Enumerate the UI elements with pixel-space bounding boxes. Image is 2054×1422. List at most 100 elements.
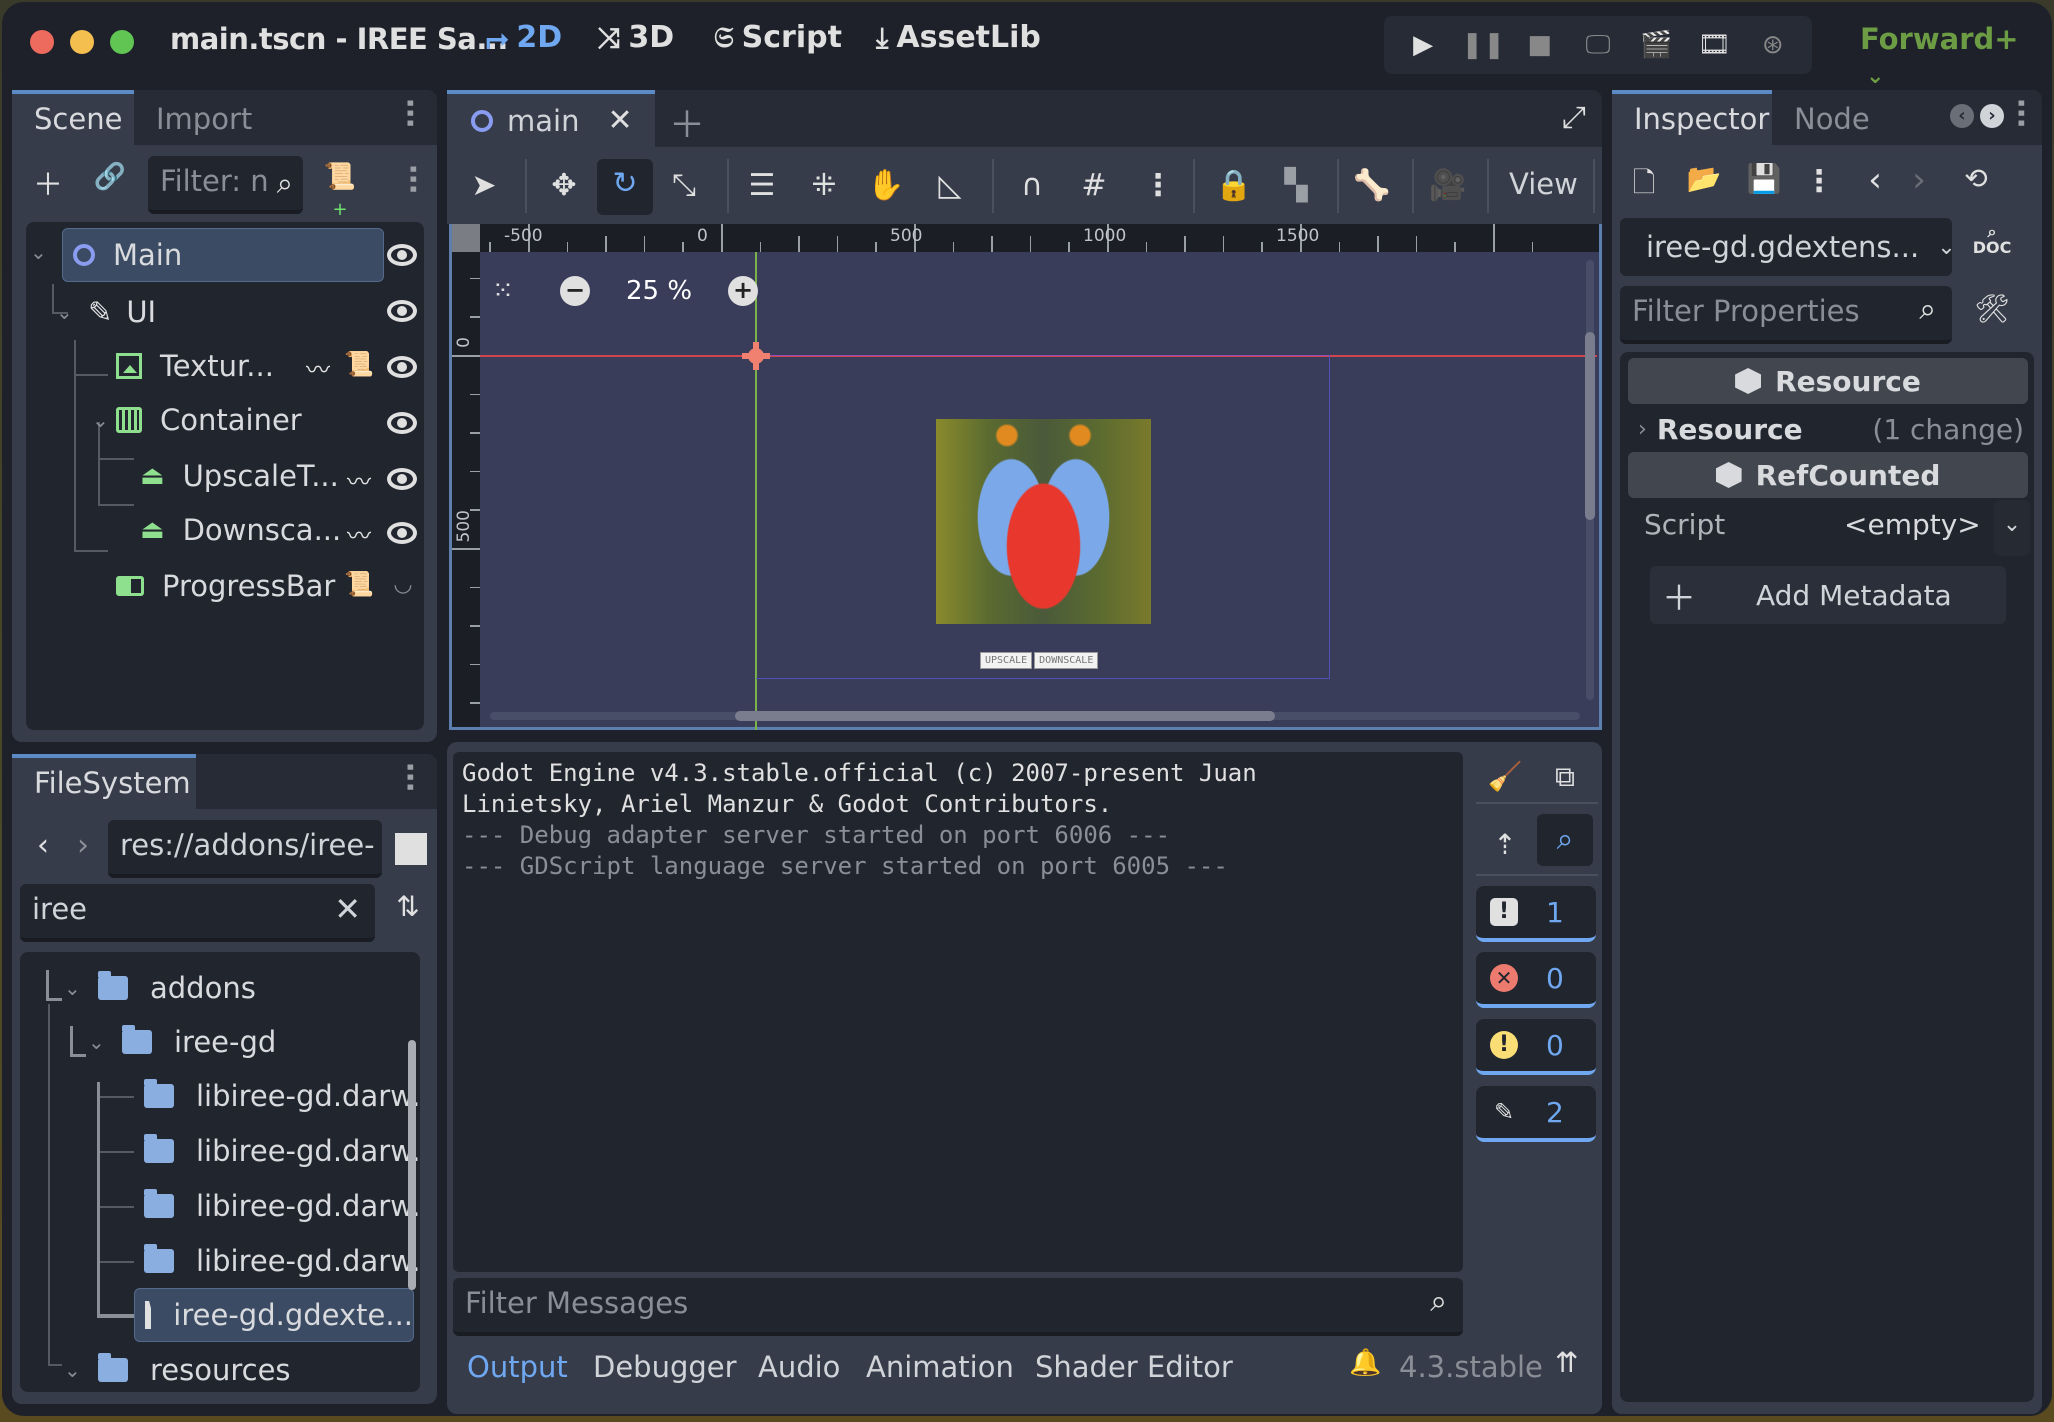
grid-snap-icon[interactable]: # <box>1069 161 1119 211</box>
previous-dock-icon[interactable]: ‹ <box>1950 104 1974 128</box>
attach-script-button[interactable]: 📜+ <box>320 162 360 222</box>
history-back-icon[interactable]: ‹ <box>1860 160 1890 200</box>
tab-filesystem[interactable]: FileSystem <box>12 754 196 809</box>
instantiate-scene-button[interactable]: 🔗 <box>90 162 130 192</box>
add-node-button[interactable]: ＋ <box>28 160 68 204</box>
scene-filter-input[interactable]: Filter: n ⌕ <box>148 156 303 214</box>
scrollbar-thumb[interactable] <box>408 1040 416 1290</box>
file-tree-item-resources[interactable]: ⌄ resources <box>64 1344 291 1392</box>
smart-snap-icon[interactable]: ∩ <box>1007 161 1057 211</box>
play-icon[interactable]: ▶ <box>1403 30 1443 60</box>
object-history-icon[interactable]: ⟲ <box>1958 162 1994 195</box>
workspace-script-button[interactable]: 𝔖 Script <box>714 20 842 55</box>
visibility-eye-icon[interactable] <box>387 412 417 434</box>
save-icon[interactable]: 💾 <box>1746 162 1782 195</box>
lock-icon[interactable]: 🔒 <box>1209 161 1259 211</box>
tree-node-texturerect[interactable]: Textur... <box>116 340 316 392</box>
bone-icon[interactable]: 🦴 <box>1347 161 1397 211</box>
signal-icon[interactable]: 〰 <box>344 516 374 551</box>
filter-properties-input[interactable]: Filter Properties ⌕ <box>1620 286 1952 344</box>
script-icon[interactable]: 📜 <box>344 350 374 378</box>
property-tools-icon[interactable]: 🛠 <box>1974 292 2010 325</box>
workspace-3d-button[interactable]: ⤨ 3D <box>598 20 674 55</box>
filter-editor-toggle[interactable]: ✎ 2 <box>1476 1086 1596 1142</box>
mandrill-texture-image[interactable] <box>936 419 1151 624</box>
ruler-tool-icon[interactable]: ◺ <box>925 161 975 211</box>
signal-icon[interactable]: 〰 <box>344 462 374 497</box>
scene-tab-main[interactable]: main ✕ <box>447 90 655 147</box>
filter-errors-toggle[interactable]: ✕ 0 <box>1476 952 1596 1008</box>
forward-arrow-icon[interactable]: › <box>68 828 98 863</box>
history-forward-icon[interactable]: › <box>1904 160 1934 200</box>
scale-tool-icon[interactable]: ⤡ <box>659 161 709 211</box>
expand-arrow-icon[interactable]: ⌄ <box>30 226 56 278</box>
more-options-icon[interactable]: ⋮ <box>1804 164 1834 199</box>
scrollbar-thumb[interactable] <box>1585 332 1595 520</box>
tree-node-container[interactable]: ⌄ Container <box>92 394 352 446</box>
downscale-scene-button[interactable]: DOWNSCALE <box>1034 652 1099 669</box>
horizontal-scrollbar[interactable] <box>490 711 1580 721</box>
script-property-value[interactable]: <empty> <box>1844 508 1981 541</box>
bottom-tab-debugger[interactable]: Debugger <box>593 1350 737 1384</box>
add-metadata-button[interactable]: ＋ Add Metadata <box>1650 566 2006 624</box>
path-field[interactable]: res://addons/iree- <box>108 820 382 878</box>
maximize-window-button[interactable] <box>110 30 134 54</box>
view-menu-button[interactable]: View <box>1509 167 1578 201</box>
scene-menu-icon[interactable]: ⋯ <box>395 164 430 194</box>
select-tool-icon[interactable]: ➤ <box>459 161 509 211</box>
file-tree-item-gdextension[interactable]: iree-gd.gdexte... <box>134 1288 414 1342</box>
chevron-down-icon[interactable]: ⌄ <box>1994 500 2030 556</box>
pivot-tool-icon[interactable]: ⁜ <box>799 161 849 211</box>
snap-options-icon[interactable]: ⋮ <box>1133 161 1183 211</box>
rotate-tool-icon[interactable]: ↻ <box>597 159 653 215</box>
center-view-icon[interactable]: ⁙ <box>492 276 514 306</box>
dock-menu-icon[interactable]: ⋯ <box>392 762 427 792</box>
bottom-tab-shader-editor[interactable]: Shader Editor <box>1035 1350 1233 1384</box>
tab-node[interactable]: Node <box>1772 90 1892 145</box>
resource-selector[interactable]: iree-gd.gdextens... ⌄ <box>1620 218 1952 276</box>
copy-output-icon[interactable]: ⧉ <box>1545 760 1585 794</box>
add-scene-tab-button[interactable]: ＋ <box>669 96 705 148</box>
signal-icon[interactable]: 〰 <box>303 350 333 385</box>
play-scene-icon[interactable]: 🎬 <box>1636 30 1676 60</box>
list-select-tool-icon[interactable]: ☰ <box>737 161 787 211</box>
group-icon[interactable]: ▚ <box>1271 161 1321 211</box>
filter-messages-input[interactable]: Filter Messages ⌕ <box>453 1278 1463 1336</box>
workspace-2d-button[interactable]: ⮣ 2D <box>486 20 562 55</box>
tree-node-progressbar[interactable]: ProgressBar <box>116 560 336 612</box>
open-folder-icon[interactable]: 📂 <box>1686 162 1722 195</box>
play-custom-scene-icon[interactable]: 🎞 <box>1695 30 1735 60</box>
minimize-window-button[interactable] <box>70 30 94 54</box>
sort-icon[interactable]: ⇅ <box>390 890 426 923</box>
dock-menu-icon[interactable]: ⋯ <box>392 98 427 128</box>
filter-messages-toggle[interactable]: ! 1 <box>1476 886 1596 942</box>
bottom-tab-audio[interactable]: Audio <box>758 1350 840 1384</box>
split-mode-toggle[interactable] <box>395 833 427 865</box>
workspace-assetlib-button[interactable]: ⤓ AssetLib <box>876 20 1041 55</box>
file-tree-item[interactable]: libiree-gd.darw... <box>144 1125 420 1177</box>
zoom-in-button[interactable]: + <box>728 276 758 306</box>
property-group-resource[interactable]: › Resource (1 change) <box>1628 406 2028 452</box>
close-window-button[interactable] <box>30 30 54 54</box>
back-arrow-icon[interactable]: ‹ <box>28 828 58 863</box>
zoom-out-button[interactable]: − <box>560 276 590 306</box>
remote-debug-icon[interactable]: 🖵 <box>1578 30 1618 61</box>
scrollbar-thumb[interactable] <box>735 711 1275 721</box>
camera-override-icon[interactable]: 🎥 <box>1423 161 1473 211</box>
tab-scene[interactable]: Scene <box>12 90 134 145</box>
pivot-marker-icon[interactable] <box>742 342 770 370</box>
distraction-free-icon[interactable]: ⤢ <box>1562 100 1586 135</box>
file-tree-item[interactable]: libiree-gd.darw... <box>144 1180 420 1232</box>
pan-tool-icon[interactable]: ✋ <box>861 161 911 211</box>
upscale-scene-button[interactable]: UPSCALE <box>980 652 1033 669</box>
vertical-scrollbar[interactable] <box>1585 260 1595 700</box>
notification-bell-icon[interactable]: 🔔 <box>1349 1348 1381 1378</box>
visibility-eye-icon[interactable] <box>387 522 417 544</box>
tree-node-upscale-button[interactable]: ⏏ UpscaleT... <box>140 450 360 502</box>
pause-icon[interactable]: ❚❚ <box>1461 30 1505 60</box>
script-icon[interactable]: 📜 <box>344 570 374 598</box>
tab-import[interactable]: Import <box>134 90 274 145</box>
file-tree-item-addons[interactable]: ⌄ addons <box>64 962 256 1014</box>
stop-icon[interactable]: ■ <box>1520 30 1560 60</box>
tree-node-main[interactable]: Main <box>62 228 384 282</box>
